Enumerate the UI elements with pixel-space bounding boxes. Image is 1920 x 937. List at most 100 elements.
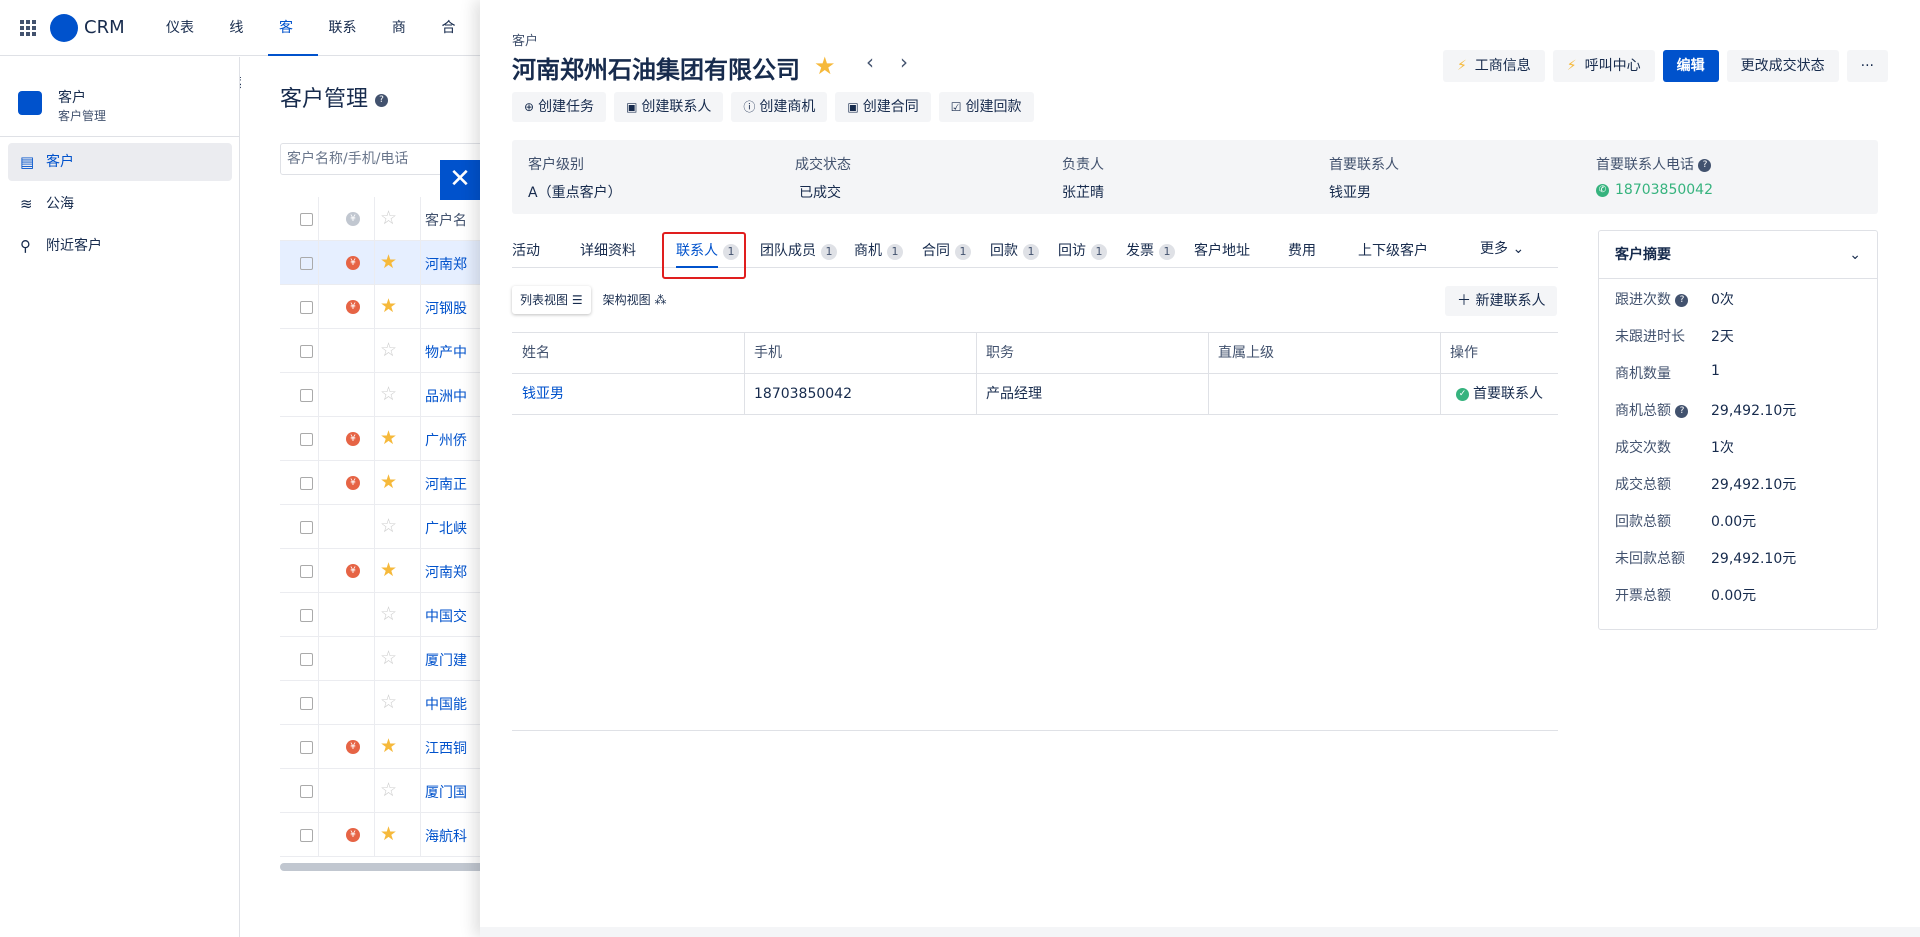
table-row[interactable]: ☆ 中国能 xyxy=(280,681,490,725)
star-icon[interactable]: ★ xyxy=(380,471,397,493)
customer-name-link[interactable]: 广北峡 xyxy=(425,518,467,538)
table-row[interactable]: ☆ 厦门建 xyxy=(280,637,490,681)
create-payment-button[interactable]: ☑ 创建回款 xyxy=(938,92,1034,122)
nav-item-customers[interactable]: 客户 xyxy=(267,0,318,92)
table-row[interactable]: ¥ ★ 河南郑州石油集团有限公司 xyxy=(280,241,490,285)
customer-name-link[interactable]: 品洲中 xyxy=(425,386,467,406)
star-icon[interactable]: ☆ xyxy=(380,779,397,801)
select-all-checkbox[interactable] xyxy=(300,213,313,226)
summary-header[interactable]: 客户摘要 ⌄ xyxy=(1599,231,1877,279)
table-row[interactable]: ¥ ★ 江西铜 xyxy=(280,725,490,769)
change-deal-status-button[interactable]: 更改成交状态 xyxy=(1726,50,1839,82)
row-checkbox[interactable] xyxy=(300,521,313,534)
customer-name-link[interactable]: 厦门建 xyxy=(425,650,467,670)
tab-visits[interactable]: 回访 1 xyxy=(1058,240,1107,260)
tab-expenses[interactable]: 费用 xyxy=(1288,240,1316,260)
tab-details[interactable]: 详细资料 xyxy=(580,240,636,260)
edit-button[interactable]: 编辑 xyxy=(1662,50,1719,82)
row-checkbox[interactable] xyxy=(300,477,313,490)
tab-opportunities[interactable]: 商机 1 xyxy=(854,240,903,260)
new-contact-button[interactable]: ＋ 新建联系人 xyxy=(1445,286,1558,316)
customer-name-link[interactable]: 河南郑州石油集团有限公司 xyxy=(425,254,467,274)
contact-name-link[interactable]: 钱亚男 xyxy=(512,374,564,415)
tab-parent-child-customers[interactable]: 上下级客户 xyxy=(1358,240,1428,260)
tab-payments[interactable]: 回款 1 xyxy=(990,240,1039,260)
table-row[interactable]: ☆ 厦门国 xyxy=(280,769,490,813)
row-checkbox[interactable] xyxy=(300,697,313,710)
star-icon[interactable]: ★ xyxy=(380,823,397,845)
customer-name-link[interactable]: 中国能 xyxy=(425,694,467,714)
more-options-button[interactable]: ··· xyxy=(1846,50,1888,82)
phone-link[interactable]: ✆ 18703850042 xyxy=(1596,182,1713,198)
call-center-button[interactable]: ⚡ 呼叫中心 xyxy=(1552,50,1655,82)
customer-name-link[interactable]: 中国交 xyxy=(425,606,467,626)
star-icon[interactable]: ☆ xyxy=(380,603,397,625)
tab-invoices[interactable]: 发票 1 xyxy=(1126,240,1175,260)
create-contract-button[interactable]: ▣ 创建合同 xyxy=(835,92,931,122)
tab-addresses[interactable]: 客户地址 xyxy=(1194,240,1250,260)
horizontal-scrollbar[interactable] xyxy=(480,927,1920,937)
app-grid-icon[interactable] xyxy=(18,18,38,38)
star-icon[interactable]: ☆ xyxy=(380,339,397,361)
star-icon[interactable]: ☆ xyxy=(380,647,397,669)
star-icon[interactable]: ★ xyxy=(380,427,397,449)
customer-name-link[interactable]: 海航科 xyxy=(425,826,467,846)
table-row[interactable]: ¥ ★ 河钢股份 xyxy=(280,285,490,329)
list-view-button[interactable]: 列表视图 ☰ xyxy=(512,286,591,314)
row-checkbox[interactable] xyxy=(300,257,313,270)
row-checkbox[interactable] xyxy=(300,785,313,798)
primary-contact-action[interactable]: ✓ 首要联系人 xyxy=(1440,374,1543,415)
row-checkbox[interactable] xyxy=(300,829,313,842)
table-row[interactable]: ☆ 中国交 xyxy=(280,593,490,637)
star-icon[interactable]: ☆ xyxy=(380,515,397,537)
help-icon[interactable]: ? xyxy=(375,93,389,107)
row-checkbox[interactable] xyxy=(300,301,313,314)
row-checkbox[interactable] xyxy=(300,741,313,754)
org-view-button[interactable]: 架构视图 ⁂ xyxy=(595,286,675,314)
row-checkbox[interactable] xyxy=(300,433,313,446)
column-header-superior[interactable]: 直属上级 xyxy=(1208,333,1274,374)
nav-item-opportunities[interactable]: 商机 xyxy=(381,0,431,92)
close-drawer-button[interactable]: ✕ xyxy=(440,160,480,200)
horizontal-scrollbar[interactable] xyxy=(280,863,490,871)
customer-name-link[interactable]: 厦门国 xyxy=(425,782,467,802)
table-row[interactable]: ☆ 品洲中 xyxy=(280,373,490,417)
nav-item-dashboard[interactable]: 仪表盘 xyxy=(155,0,218,92)
table-row[interactable]: ¥ ★ 海航科 xyxy=(280,813,490,857)
nav-item-leads[interactable]: 线索 xyxy=(218,0,268,92)
tab-contracts[interactable]: 合同 1 xyxy=(922,240,971,260)
table-row[interactable]: ¥ ★ 河南正 xyxy=(280,461,490,505)
tab-more[interactable]: 更多 ⌄ xyxy=(1480,238,1524,258)
create-opportunity-button[interactable]: ⓘ 创建商机 xyxy=(731,92,828,122)
business-info-button[interactable]: ⚡ 工商信息 xyxy=(1442,50,1545,82)
row-checkbox[interactable] xyxy=(300,653,313,666)
column-header-name[interactable]: 姓名 xyxy=(512,333,550,374)
table-row[interactable]: ¥ ★ 河南郑 xyxy=(280,549,490,593)
table-row[interactable]: ☆ 广北峡 xyxy=(280,505,490,549)
create-task-button[interactable]: ⊕ 创建任务 xyxy=(512,92,607,122)
sidebar-item-public-pool[interactable]: ≋ 公海 xyxy=(8,185,232,223)
tab-activity[interactable]: 活动 xyxy=(512,240,540,260)
table-row[interactable]: ☆ 物产中大 xyxy=(280,329,490,373)
nav-item-contracts[interactable]: 合同 xyxy=(430,0,480,92)
customer-name-link[interactable]: 物产中大 xyxy=(425,342,467,362)
column-header-phone[interactable]: 手机 xyxy=(744,333,782,374)
star-icon[interactable]: ★ xyxy=(380,295,397,317)
customer-name-link[interactable]: 江西铜 xyxy=(425,738,467,758)
star-icon[interactable]: ★ xyxy=(814,52,836,80)
column-header-name[interactable]: 客户名 xyxy=(425,210,467,230)
customer-name-link[interactable]: 广州侨 xyxy=(425,430,467,450)
next-record-icon[interactable]: › xyxy=(900,50,908,74)
customer-name-link[interactable]: 河南郑 xyxy=(425,562,467,582)
star-icon[interactable]: ★ xyxy=(380,251,397,273)
star-icon[interactable]: ☆ xyxy=(380,691,397,713)
row-checkbox[interactable] xyxy=(300,345,313,358)
help-icon[interactable]: ? xyxy=(1675,293,1689,307)
star-icon[interactable]: ☆ xyxy=(380,383,397,405)
table-row[interactable]: ¥ ★ 广州侨 xyxy=(280,417,490,461)
row-checkbox[interactable] xyxy=(300,609,313,622)
star-icon[interactable]: ★ xyxy=(380,559,397,581)
row-checkbox[interactable] xyxy=(300,389,313,402)
column-header-title[interactable]: 职务 xyxy=(976,333,1014,374)
row-checkbox[interactable] xyxy=(300,565,313,578)
